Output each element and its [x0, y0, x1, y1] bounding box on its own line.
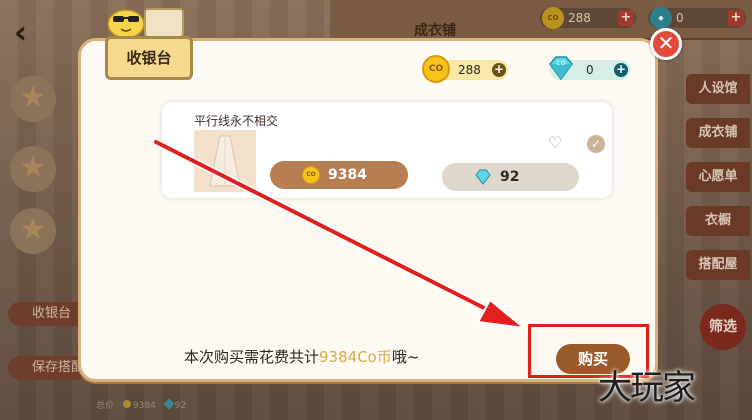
check-icon[interactable]: ✓: [587, 135, 605, 153]
diamond-icon: [475, 169, 491, 185]
dialog-title: 收银台: [105, 36, 193, 80]
filter-button[interactable]: 筛选: [700, 304, 746, 350]
back-button[interactable]: ‹: [14, 14, 50, 50]
coin-icon: CO: [302, 166, 320, 184]
coin-icon: [122, 400, 131, 408]
top-gem-counter: ◆ 0 +: [648, 7, 746, 29]
shop-title: 成衣铺: [414, 23, 456, 39]
cash-register-icon: [144, 8, 184, 38]
gem-icon: ◆: [650, 7, 672, 29]
gem-icon: [163, 398, 175, 410]
top-coin-value: 288: [568, 11, 591, 25]
star-icon[interactable]: ★: [10, 208, 56, 254]
top-gem-value: 0: [676, 11, 684, 25]
save-outfit-button[interactable]: 保存搭配: [8, 356, 88, 380]
close-icon: ✕: [657, 31, 675, 55]
purchase-summary: 本次购买需花费共计9384Co币哦~: [184, 346, 419, 367]
cashier-dialog: [78, 38, 658, 382]
total-gem-value: 92: [174, 401, 187, 411]
total-price-label: 总价: [96, 401, 115, 411]
item-name: 平行线永不相交: [194, 114, 279, 128]
dress-thumbnail: [194, 130, 256, 192]
coin-balance-value: 288: [458, 63, 481, 77]
svg-text:CO: CO: [557, 60, 566, 67]
gem-balance: CO 0 +: [549, 56, 630, 81]
summary-amount: 9384Co币: [319, 348, 392, 366]
top-coin-plus-button[interactable]: +: [618, 10, 634, 26]
diamond-icon: CO: [549, 56, 573, 81]
tab-wardrobe[interactable]: 衣橱: [686, 206, 750, 236]
tab-clothing-shop[interactable]: 成衣铺: [686, 118, 750, 148]
tab-outfit-room[interactable]: 搭配屋: [686, 250, 750, 280]
total-coin-value: 9384: [132, 401, 156, 411]
coin-price-value: 9384: [328, 167, 367, 183]
gem-price-value: 92: [500, 169, 520, 185]
coin-icon: CO: [542, 7, 564, 29]
coin-price-button[interactable]: CO 9384: [270, 161, 408, 189]
heart-icon[interactable]: ♡: [548, 134, 566, 152]
watermark: 大玩家: [598, 368, 696, 408]
add-coins-button[interactable]: +: [492, 63, 506, 77]
summary-suffix: 哦~: [391, 348, 420, 366]
tab-character[interactable]: 人设馆: [686, 74, 750, 104]
add-gems-button[interactable]: +: [614, 63, 628, 77]
close-button[interactable]: ✕: [650, 28, 682, 60]
summary-prefix: 本次购买需花费共计: [184, 348, 320, 366]
gem-balance-value: 0: [586, 63, 594, 77]
coin-balance: CO 288 +: [422, 55, 508, 83]
coin-icon: CO: [422, 55, 450, 83]
star-icon[interactable]: ★: [10, 146, 56, 192]
cashier-side-button[interactable]: 收银台: [8, 302, 88, 326]
gem-price-button[interactable]: 92: [442, 163, 579, 191]
total-price-line: 总价 9384 92: [96, 398, 186, 411]
top-gem-plus-button[interactable]: +: [728, 10, 744, 26]
star-icon[interactable]: ★: [10, 76, 56, 122]
top-coin-counter: CO 288 +: [540, 7, 636, 29]
mascot-icon: [107, 9, 145, 38]
tab-wishlist[interactable]: 心愿单: [686, 162, 750, 192]
